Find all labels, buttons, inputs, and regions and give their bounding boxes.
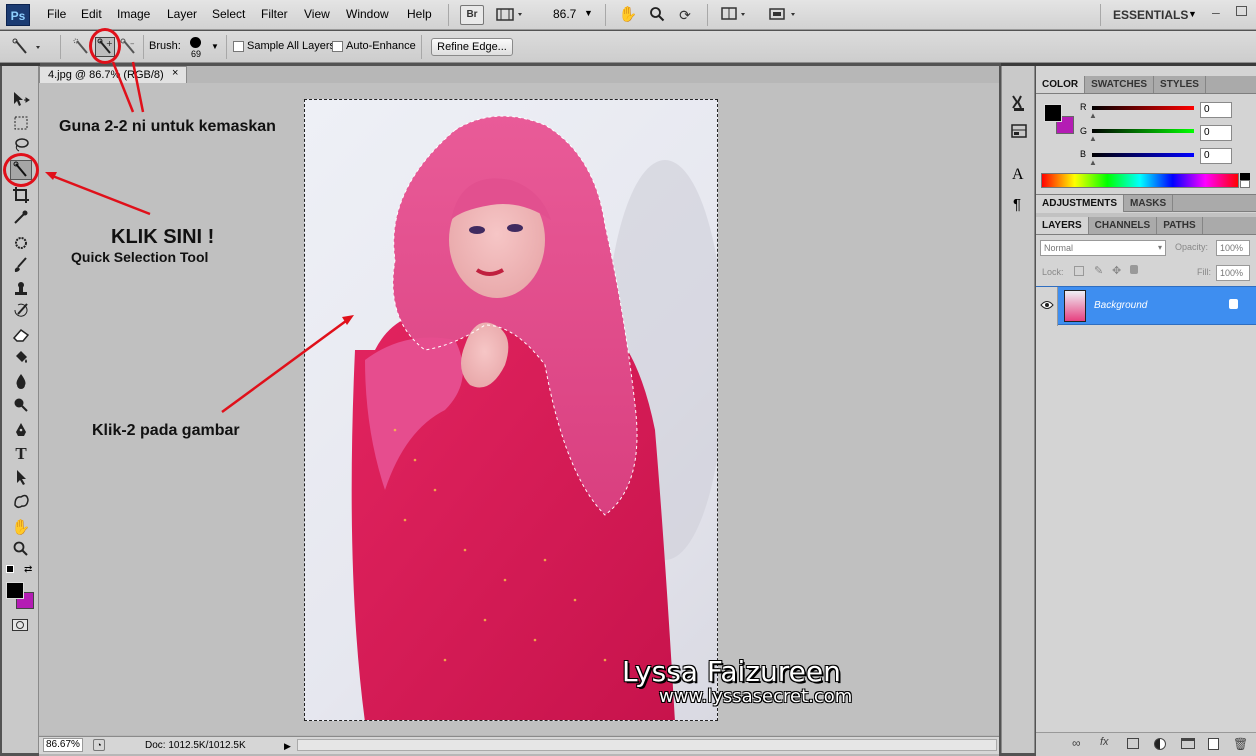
divider — [1100, 4, 1101, 26]
blue-value[interactable]: 0 — [1200, 148, 1232, 164]
lock-label: Lock: — [1042, 267, 1064, 277]
actions-panel-icon[interactable] — [1009, 122, 1029, 140]
layer-thumbnail — [1064, 290, 1086, 322]
new-group-icon[interactable] — [1181, 738, 1195, 749]
tab-styles[interactable]: STYLES — [1154, 76, 1206, 93]
green-label: G — [1080, 126, 1088, 136]
watermark-url: www.lyssasecret.com — [659, 686, 853, 707]
green-slider[interactable] — [1092, 129, 1194, 133]
blue-label: B — [1080, 149, 1087, 159]
tab-channels[interactable]: CHANNELS — [1089, 217, 1158, 234]
zoom-status[interactable]: 86.67% — [43, 738, 83, 752]
annotation-klik-sini: KLIK SINI ! — [111, 226, 215, 248]
tab-color[interactable]: COLOR — [1036, 76, 1086, 93]
tab-layers[interactable]: LAYERS — [1036, 217, 1089, 234]
slider-thumb-icon[interactable]: ▲ — [1089, 111, 1097, 120]
new-layer-icon[interactable] — [1208, 738, 1219, 750]
tab-adjustments[interactable]: ADJUSTMENTS — [1036, 195, 1125, 212]
paragraph-panel-icon[interactable]: ¶ — [1013, 196, 1021, 213]
history-panel-icon[interactable] — [1009, 94, 1029, 112]
color-spectrum-bar[interactable] — [1041, 173, 1239, 188]
black-swatch[interactable] — [1240, 173, 1250, 180]
blend-mode-select[interactable]: Normal ▾ — [1040, 240, 1166, 256]
lock-transparency-icon[interactable] — [1074, 266, 1084, 276]
document-size: Doc: 1012.5K/1012.5K — [145, 740, 246, 751]
tab-masks[interactable]: MASKS — [1124, 195, 1174, 212]
visibility-toggle[interactable] — [1036, 287, 1058, 326]
annotation-top: Guna 2-2 ni untuk kemaskan — [59, 118, 276, 135]
status-menu-icon[interactable]: ◔ — [93, 739, 105, 751]
fx-icon[interactable]: fx — [1100, 736, 1109, 748]
annotation-klik-gambar: Klik-2 pada gambar — [92, 422, 240, 439]
red-value[interactable]: 0 — [1200, 102, 1232, 118]
blend-mode-value: Normal — [1044, 243, 1074, 253]
horizontal-scrollbar[interactable] — [297, 739, 997, 751]
opacity-value[interactable]: 100% — [1216, 240, 1250, 256]
layer-name[interactable]: Background — [1094, 300, 1147, 311]
opacity-label: Opacity: — [1175, 242, 1209, 252]
slider-thumb-icon[interactable]: ▲ — [1089, 134, 1097, 143]
foreground-color-swatch-front[interactable] — [1044, 104, 1062, 122]
watermark-name: Lyssa Faizureen — [622, 655, 841, 688]
lock-pixels-icon[interactable]: ✎ — [1094, 264, 1103, 277]
annotation-tool-name: Quick Selection Tool — [71, 249, 209, 265]
trash-icon[interactable]: 🗑 — [1233, 737, 1248, 751]
minimize-icon[interactable]: – — [1212, 4, 1220, 20]
layer-row-background[interactable]: Background — [1036, 286, 1256, 326]
adjustment-layer-icon[interactable] — [1154, 738, 1166, 750]
layers-bottom-bar: ∞ fx 🗑 — [1036, 732, 1256, 756]
blue-slider[interactable] — [1092, 153, 1194, 157]
slider-thumb-icon[interactable]: ▲ — [1089, 158, 1097, 167]
lock-all-icon[interactable] — [1130, 265, 1138, 274]
green-value[interactable]: 0 — [1200, 125, 1232, 141]
link-layers-icon[interactable]: ∞ — [1072, 736, 1081, 750]
lock-position-icon[interactable]: ✥ — [1112, 264, 1121, 277]
tab-swatches[interactable]: SWATCHES — [1085, 76, 1155, 93]
annotation-arrows — [45, 61, 354, 414]
red-label: R — [1080, 102, 1087, 112]
panel-dock-strip: A ¶ — [1001, 66, 1035, 753]
chevron-down-icon[interactable]: ▼ — [1188, 9, 1197, 19]
tab-paths[interactable]: PATHS — [1157, 217, 1203, 234]
status-arrow-icon[interactable]: ▶ — [284, 738, 291, 754]
character-panel-icon[interactable]: A — [1012, 166, 1024, 184]
chevron-down-icon[interactable]: ▾ — [1158, 241, 1162, 255]
adjustments-panel-tabs: ADJUSTMENTS MASKS — [1036, 194, 1256, 212]
red-slider[interactable] — [1092, 106, 1194, 110]
maximize-icon[interactable] — [1236, 6, 1247, 16]
panels-column: COLOR SWATCHES STYLES R ▲ 0 G ▲ 0 B ▲ 0 AD… — [1036, 66, 1256, 756]
add-mask-icon[interactable] — [1127, 738, 1139, 749]
layers-list-empty[interactable] — [1036, 326, 1256, 732]
eye-icon — [1040, 301, 1054, 309]
lock-icon — [1229, 299, 1238, 309]
color-panel-tabs: COLOR SWATCHES STYLES — [1036, 76, 1256, 94]
workspace-switcher[interactable]: ESSENTIALS — [1113, 8, 1188, 22]
fill-value[interactable]: 100% — [1216, 265, 1250, 281]
status-bar: 86.67% ◔ Doc: 1012.5K/1012.5K ▶ — [39, 736, 999, 754]
layers-panel-tabs: LAYERS CHANNELS PATHS — [1036, 217, 1256, 235]
white-swatch[interactable] — [1240, 180, 1250, 188]
fill-label: Fill: — [1197, 267, 1211, 277]
